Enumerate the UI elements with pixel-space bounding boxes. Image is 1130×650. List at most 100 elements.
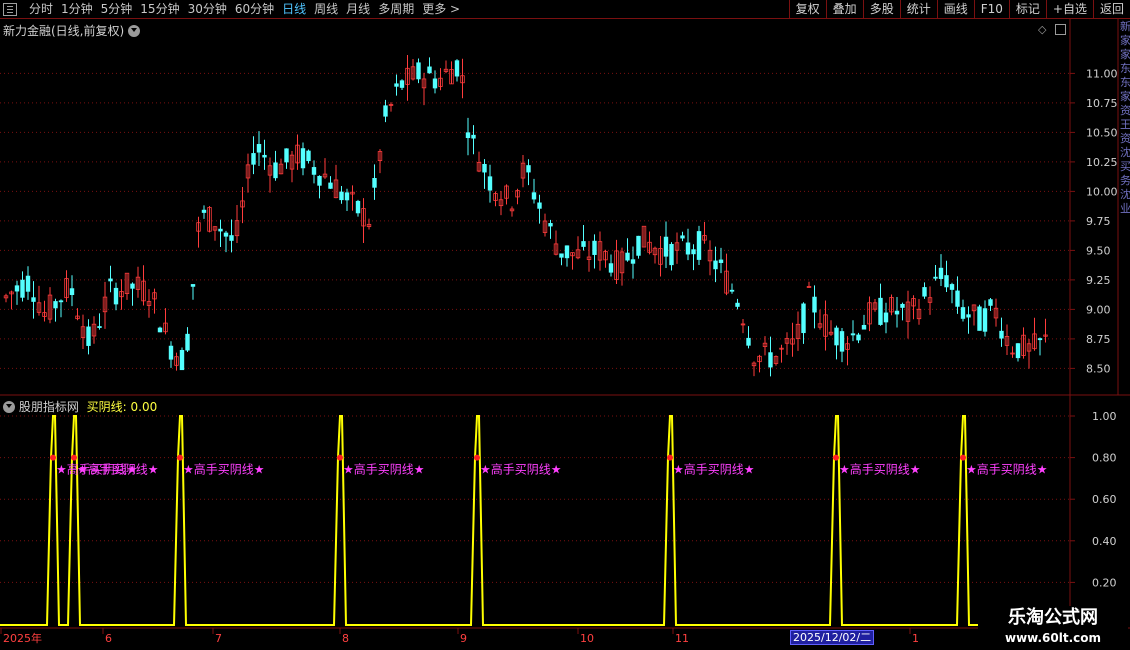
candle-body [850, 333, 856, 336]
watermark-title: 乐淘公式网 [1008, 607, 1098, 628]
candle-body [1026, 343, 1032, 352]
candle-body [817, 323, 823, 328]
tab-15min[interactable]: 15分钟 [136, 1, 183, 18]
price-tick-label: 10.50 [1086, 126, 1118, 139]
candle-body [141, 280, 146, 302]
menu-icon[interactable] [3, 3, 17, 16]
candle-body [883, 312, 889, 323]
signal-label: ★高手买阴线★ [183, 462, 265, 477]
candle-body [53, 301, 58, 309]
candle-body [663, 236, 669, 257]
stock-title: 新力金融(日线,前复权) [3, 24, 125, 38]
candle-body [1004, 336, 1010, 346]
candle-body [746, 337, 751, 346]
candle-body [982, 308, 988, 332]
tab-multi-period[interactable]: 多周期 [374, 1, 418, 18]
diamond-icon[interactable]: ◇ [1038, 23, 1046, 36]
signal-label: ★高手买阴线★ [839, 462, 921, 477]
candle-body [135, 276, 141, 290]
candle-body [553, 243, 559, 255]
candle-body [498, 199, 504, 207]
tab-weekly[interactable]: 周线 [310, 1, 342, 18]
draw-line-button[interactable]: 画线 [936, 0, 974, 18]
tab-30min[interactable]: 30分钟 [184, 1, 231, 18]
candle-body [537, 202, 542, 209]
price-tick-label: 9.50 [1086, 244, 1111, 257]
candle-body [768, 352, 773, 368]
add-favorite-button[interactable]: +自选 [1045, 0, 1093, 18]
candle-body [735, 302, 740, 307]
main-chart-title: 新力金融(日线,前复权) [3, 22, 141, 39]
signal-tick-label: 0.80 [1092, 452, 1117, 465]
candle-body [966, 314, 971, 318]
candle-body [361, 208, 366, 227]
signal-dot [50, 454, 56, 461]
candle-body [707, 249, 713, 262]
candle-body [465, 132, 471, 139]
candle-body [856, 334, 861, 341]
period-toolbar: 分时 1分钟 5分钟 15分钟 30分钟 60分钟 日线 周线 月线 多周期 更… [0, 0, 1130, 19]
candle-body [542, 220, 548, 233]
back-button[interactable]: 返回 [1092, 0, 1130, 18]
candle-body [322, 173, 328, 178]
candle-body [713, 260, 718, 270]
candle-body [614, 250, 619, 281]
candle-body [894, 310, 900, 315]
candle-body [58, 300, 64, 303]
overlay-button[interactable]: 叠加 [825, 0, 863, 18]
f10-button[interactable]: F10 [973, 0, 1009, 18]
candle-body [1032, 333, 1037, 350]
price-tick-label: 10.75 [1086, 97, 1118, 110]
tab-fenshi[interactable]: 分时 [25, 1, 57, 18]
candle-body [284, 148, 289, 163]
candle-body [410, 66, 416, 80]
candle-body [179, 349, 185, 371]
candle-body [900, 303, 905, 308]
multi-stock-button[interactable]: 多股 [862, 0, 900, 18]
chevron-down-icon[interactable] [128, 25, 141, 37]
candle-body [130, 283, 135, 289]
candle-body [438, 77, 443, 87]
candle-body [669, 243, 674, 266]
candle-body [1037, 338, 1043, 341]
mark-button[interactable]: 标记 [1008, 0, 1046, 18]
candle-body [185, 333, 190, 351]
candle-body [625, 252, 630, 261]
price-tick-label: 10.00 [1086, 185, 1118, 198]
signal-dot [960, 454, 966, 461]
candle-body [240, 200, 245, 208]
candle-body [922, 287, 927, 297]
chevron-down-icon[interactable] [3, 401, 15, 413]
candle-body [289, 154, 295, 170]
statistics-button[interactable]: 统计 [899, 0, 937, 18]
candle-body [823, 314, 828, 337]
tab-daily[interactable]: 日线 [278, 1, 310, 18]
restore-window-icon[interactable] [1055, 24, 1066, 35]
signal-dot [474, 454, 480, 461]
candle-body [372, 178, 377, 188]
candle-body [471, 134, 476, 139]
candle-body [757, 355, 762, 363]
candle-body [999, 330, 1004, 339]
time-tick-label: 11 [675, 632, 689, 645]
signal-label: ★高手买阴线★ [480, 462, 562, 477]
candle-body [812, 296, 817, 313]
candle-body [273, 162, 278, 179]
tab-1min[interactable]: 1分钟 [57, 1, 97, 18]
tab-60min[interactable]: 60分钟 [231, 1, 278, 18]
tab-5min[interactable]: 5分钟 [97, 1, 137, 18]
signal-line [0, 415, 1070, 626]
candle-body [702, 235, 707, 241]
tab-more[interactable]: 更多 > [418, 1, 464, 18]
restore-rights-button[interactable]: 复权 [788, 0, 826, 18]
candle-body [449, 69, 454, 85]
candle-body [306, 150, 311, 162]
candle-body [575, 249, 581, 259]
tab-monthly[interactable]: 月线 [342, 1, 374, 18]
toolbar-actions: 复权 叠加 多股 统计 画线 F10 标记 +自选 返回 [788, 0, 1130, 18]
candle-body [790, 338, 795, 345]
candle-body [581, 241, 586, 247]
candle-body [443, 68, 449, 72]
candle-body [685, 242, 691, 255]
candle-body [977, 306, 982, 331]
